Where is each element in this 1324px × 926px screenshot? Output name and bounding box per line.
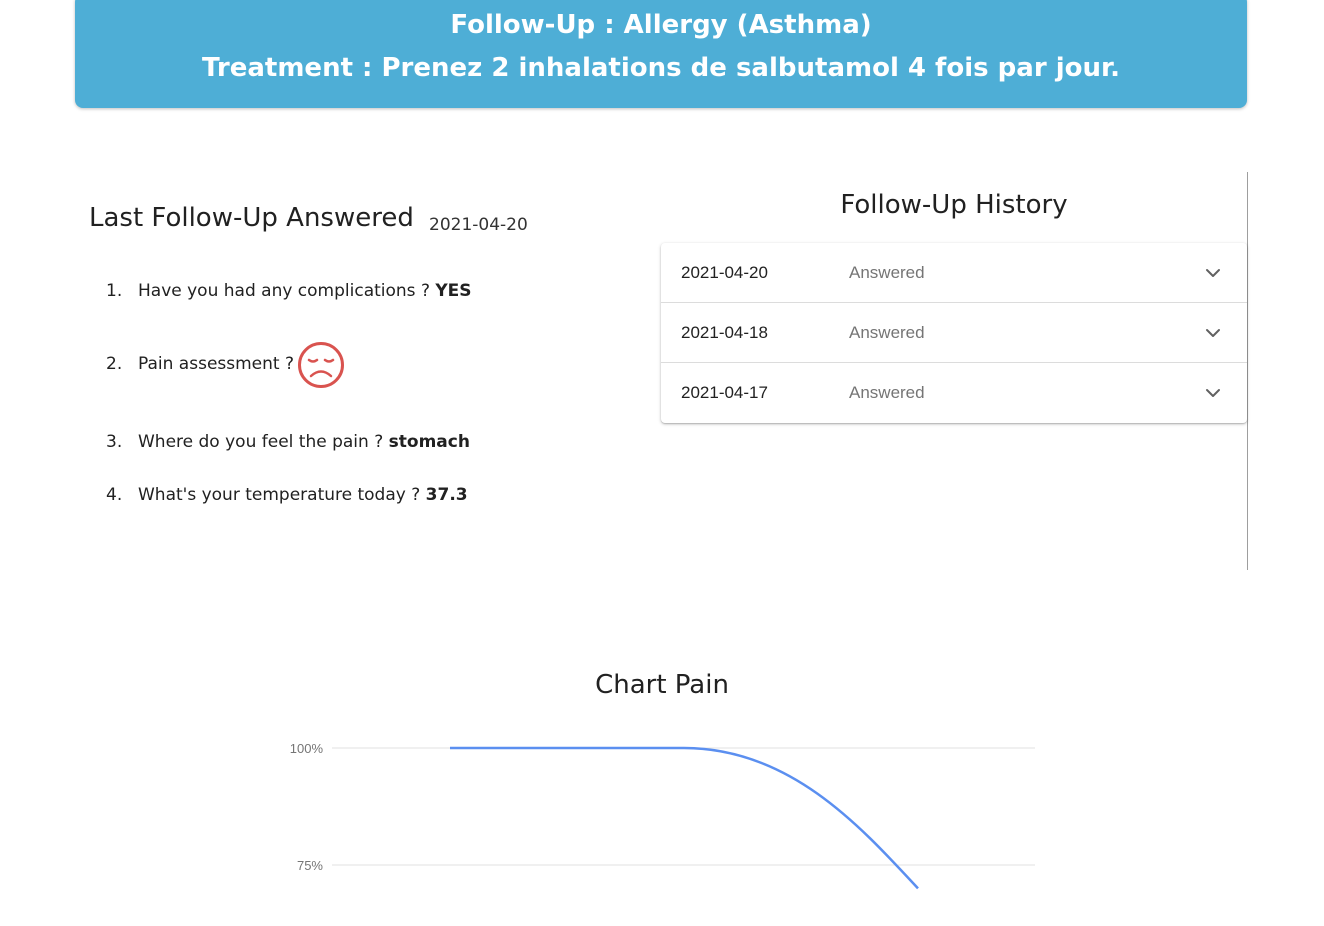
y-tick-label: 100% [290, 741, 324, 756]
y-tick-label: 75% [297, 858, 323, 873]
pain-chart: 100% 75% [290, 741, 1035, 890]
series-line [450, 746, 919, 890]
